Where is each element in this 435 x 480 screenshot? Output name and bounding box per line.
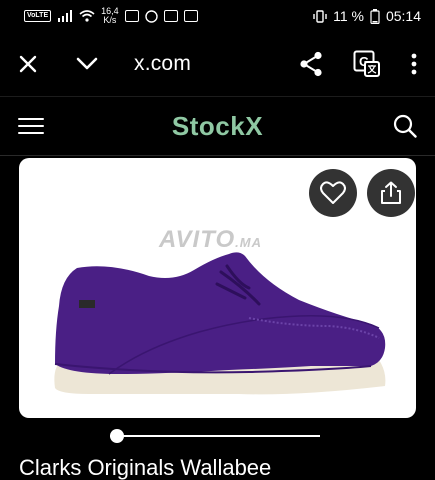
volte-badge: VoLTE bbox=[24, 10, 52, 22]
battery-icon bbox=[370, 8, 380, 24]
site-header: StockX bbox=[0, 96, 435, 156]
shoe-image bbox=[54, 252, 386, 395]
status-bar: VoLTE 16,4 K/s 11 % 05:14 bbox=[0, 0, 435, 32]
signal-icon bbox=[57, 10, 73, 22]
browser-toolbar: x.com G bbox=[0, 32, 435, 96]
network-speed: 16,4 K/s bbox=[101, 7, 119, 25]
video-notification-icon bbox=[163, 10, 178, 22]
stockx-logo[interactable]: StockX bbox=[0, 111, 435, 142]
share-product-button[interactable] bbox=[367, 169, 415, 217]
upload-share-icon bbox=[380, 181, 402, 205]
translate-icon[interactable]: G bbox=[353, 50, 381, 78]
gallery-notification-icon bbox=[183, 10, 198, 22]
chevron-down-icon[interactable] bbox=[76, 57, 98, 71]
slider-track bbox=[110, 435, 320, 437]
speed-unit: K/s bbox=[103, 15, 117, 25]
browser-actions: G bbox=[299, 50, 417, 78]
hamburger-menu-icon[interactable] bbox=[18, 117, 44, 135]
product-title: Clarks Originals Wallabee bbox=[19, 455, 272, 480]
vibrate-icon bbox=[313, 9, 327, 23]
heart-icon bbox=[320, 181, 346, 205]
share-icon[interactable] bbox=[299, 51, 323, 77]
clock: 05:14 bbox=[385, 8, 421, 24]
whatsapp-icon bbox=[144, 9, 158, 23]
status-left: VoLTE 16,4 K/s bbox=[24, 7, 198, 25]
media-notification-icon bbox=[124, 10, 139, 22]
search-icon[interactable] bbox=[393, 114, 417, 138]
wifi-icon bbox=[79, 10, 95, 22]
slider-thumb[interactable] bbox=[110, 429, 124, 443]
more-vert-icon[interactable] bbox=[411, 53, 417, 75]
image-slider[interactable] bbox=[110, 429, 320, 443]
favorite-button[interactable] bbox=[309, 169, 357, 217]
battery-percent: 11 % bbox=[333, 8, 364, 24]
close-icon[interactable] bbox=[18, 54, 38, 74]
product-image-card[interactable]: AVITO.MA bbox=[19, 158, 416, 418]
status-right: 11 % 05:14 bbox=[313, 8, 421, 24]
url-display[interactable]: x.com bbox=[134, 52, 191, 76]
